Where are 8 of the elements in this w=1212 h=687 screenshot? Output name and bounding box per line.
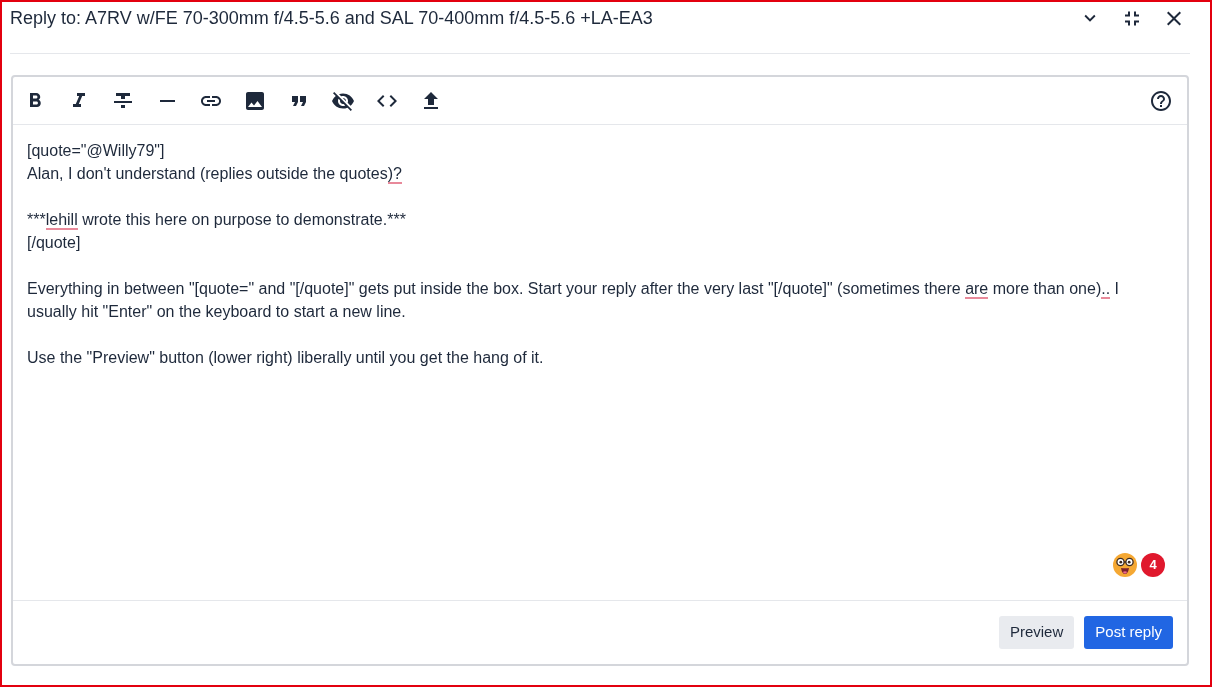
face-with-glasses-icon: [1113, 553, 1137, 577]
horizontal-rule-icon: [159, 99, 175, 102]
post-reply-button[interactable]: Post reply: [1084, 616, 1173, 649]
help-icon: [1149, 88, 1173, 113]
dialog-title: Reply to: A7RV w/FE 70-300mm f/4.5-5.6 and SAL 70-400mm f/4.5-5.6 +LA-EA3: [10, 7, 653, 30]
notification-badge: 4: [1141, 553, 1165, 577]
message-input[interactable]: [quote="@Willy79"] Alan, I don't understand (replies outside the quotes)? ***lehill wrote this here on purpose to demonstrate.*** [/quote] Everything in between "[quote=" and "[/quote]" gets put inside the box. Start your reply after the very last "[/quote]" (sometimes there are more than one).. I usually hit "Enter" on the keyboard to start a new line. Use the "Preview" button (lower right) liberally until you get the hang of it.: [13, 125, 1187, 549]
preview-button[interactable]: Preview: [998, 616, 1075, 649]
